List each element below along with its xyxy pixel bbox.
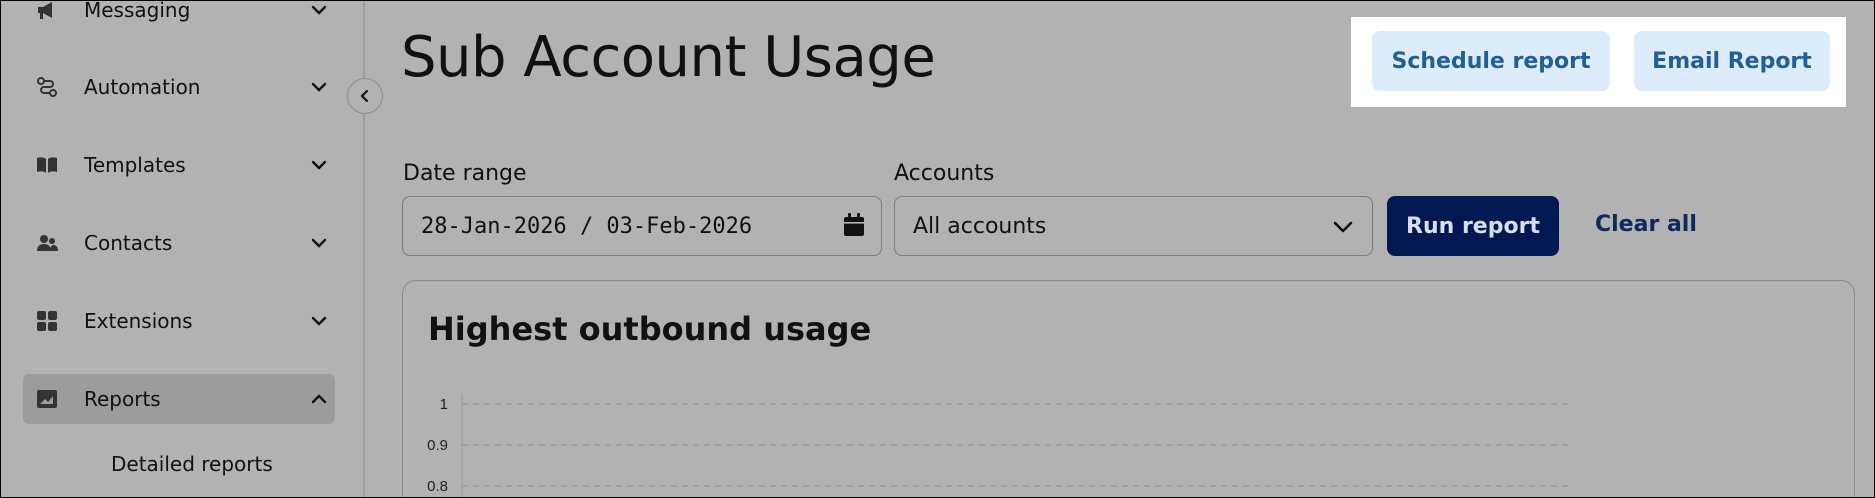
- open-book-icon: [36, 155, 58, 175]
- y-tick-label: 0.8: [427, 478, 448, 495]
- chart-image-icon: [36, 389, 58, 409]
- sidebar-item-automation[interactable]: Automation: [23, 62, 335, 112]
- sidebar-item-templates[interactable]: Templates: [23, 140, 335, 190]
- chevron-down-icon: [311, 160, 327, 170]
- accounts-select-value: All accounts: [913, 213, 1047, 239]
- accounts-label: Accounts: [894, 161, 995, 186]
- chart-card: Highest outbound usage 1 0.9 0.8: [402, 280, 1855, 497]
- page-title: Sub Account Usage: [401, 25, 936, 90]
- chevron-down-icon: [311, 5, 327, 15]
- accounts-select[interactable]: All accounts: [894, 196, 1373, 256]
- date-range-value: 28-Jan-2026 / 03-Feb-2026: [421, 213, 753, 239]
- sidebar-item-label: Extensions: [84, 309, 193, 333]
- sidebar-item-label: Messaging: [84, 0, 191, 22]
- sidebar: Messaging Automation Templates Contacts: [1, 0, 365, 497]
- grid-icon: [36, 311, 58, 331]
- sidebar-item-reports[interactable]: Reports: [23, 374, 335, 424]
- chevron-up-icon: [311, 394, 327, 404]
- email-report-button[interactable]: Email Report: [1634, 31, 1830, 91]
- collapse-sidebar-button[interactable]: [347, 78, 383, 114]
- sidebar-subitem-detailed-reports[interactable]: Detailed reports: [111, 452, 273, 476]
- app-window: Messaging Automation Templates Contacts: [0, 0, 1875, 498]
- chevron-down-icon: [311, 316, 327, 326]
- chevron-down-icon: [311, 238, 327, 248]
- y-tick-label: 0.9: [427, 437, 448, 454]
- megaphone-icon: [36, 1, 58, 20]
- run-report-button[interactable]: Run report: [1387, 196, 1559, 256]
- calendar-icon[interactable]: [843, 213, 865, 237]
- users-icon: [36, 233, 58, 253]
- usage-chart: 1 0.9 0.8: [427, 394, 1568, 497]
- sidebar-item-extensions[interactable]: Extensions: [23, 296, 335, 346]
- sidebar-item-contacts[interactable]: Contacts: [23, 218, 335, 268]
- chevron-left-icon: [360, 89, 369, 103]
- date-range-input[interactable]: 28-Jan-2026 / 03-Feb-2026: [402, 196, 882, 256]
- route-icon: [36, 77, 58, 97]
- sidebar-item-label: Reports: [84, 387, 161, 411]
- chevron-down-icon: [1333, 221, 1353, 233]
- header-actions: Schedule report Email Report: [1351, 17, 1846, 107]
- date-range-label: Date range: [403, 161, 527, 186]
- y-tick-label: 1: [440, 396, 448, 413]
- sidebar-item-label: Templates: [84, 153, 186, 177]
- clear-all-link[interactable]: Clear all: [1595, 212, 1697, 237]
- chevron-down-icon: [311, 82, 327, 92]
- schedule-report-button[interactable]: Schedule report: [1372, 31, 1610, 91]
- sidebar-item-messaging[interactable]: Messaging: [23, 0, 335, 35]
- sidebar-item-label: Contacts: [84, 231, 173, 255]
- sidebar-item-label: Automation: [84, 75, 201, 99]
